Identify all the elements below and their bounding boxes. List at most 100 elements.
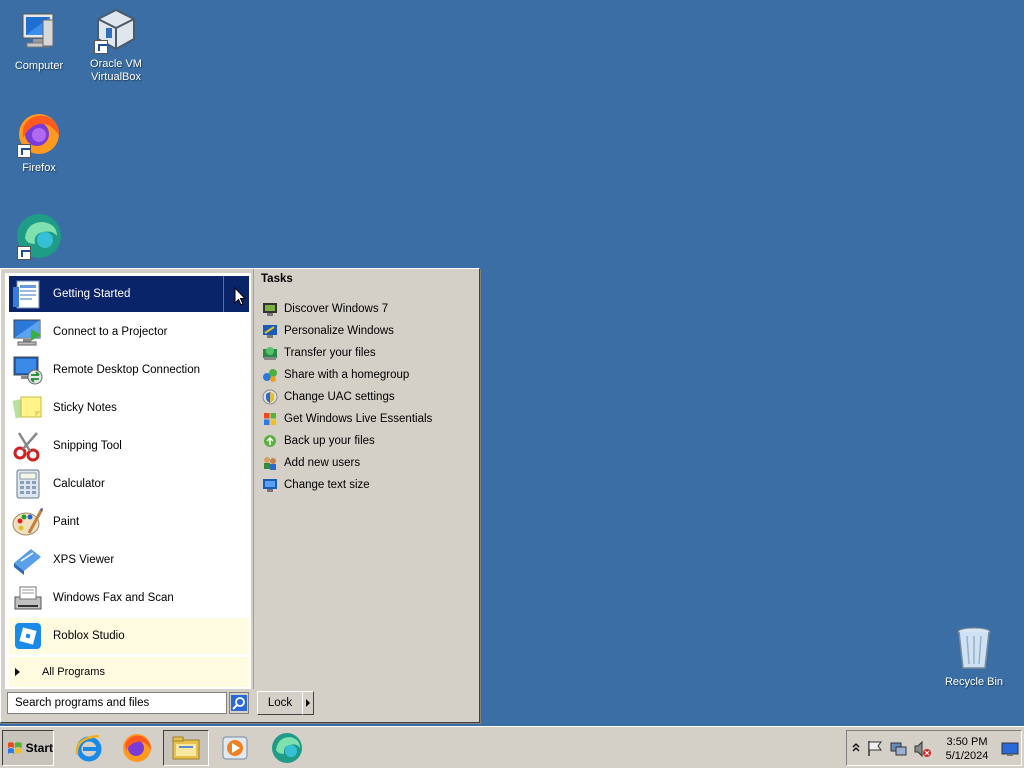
xps-viewer-icon (11, 543, 45, 577)
computer-icon (15, 8, 63, 56)
desktop-icon-recycle-bin[interactable]: Recycle Bin (935, 624, 1013, 689)
edge-icon (15, 212, 63, 260)
task-label: Transfer your files (284, 347, 376, 359)
file-explorer-icon (172, 736, 200, 760)
windows-logo-icon (7, 742, 22, 754)
program-label: XPS Viewer (53, 554, 115, 566)
fax-scan-icon (11, 581, 45, 615)
program-xps-viewer[interactable]: XPS Viewer (9, 542, 249, 578)
transfer-icon (262, 345, 278, 361)
program-getting-started[interactable]: Getting Started (9, 276, 249, 312)
lock-button[interactable]: Lock (257, 691, 303, 715)
start-menu-tasks-pane: Tasks Discover Windows 7 Personalize Win… (253, 269, 479, 689)
program-label: Sticky Notes (53, 402, 117, 414)
task-change-text-size[interactable]: Change text size (262, 475, 370, 495)
program-connect-projector[interactable]: Connect to a Projector (9, 314, 249, 350)
shortcut-arrow-icon (17, 144, 31, 158)
tray-icons (852, 740, 931, 758)
roblox-studio-icon (11, 619, 45, 653)
windows-flag-icon (262, 411, 278, 427)
action-center-flag-icon (868, 741, 882, 756)
program-sticky-notes[interactable]: Sticky Notes (9, 390, 249, 426)
desktop-icon-edge[interactable] (0, 212, 78, 264)
program-label: Calculator (53, 478, 105, 490)
start-button[interactable]: Start (2, 730, 54, 766)
mouse-cursor-icon (234, 286, 247, 306)
all-programs-button[interactable]: All Programs (9, 657, 249, 687)
projector-icon (11, 315, 45, 349)
expand-arrow-icon (15, 668, 20, 676)
task-label: Add new users (284, 457, 361, 469)
clock-date: 5/1/2024 (945, 750, 989, 762)
program-remote-desktop[interactable]: Remote Desktop Connection (9, 352, 249, 388)
program-label: Windows Fax and Scan (53, 592, 174, 604)
task-change-uac[interactable]: Change UAC settings (262, 387, 395, 407)
display-icon (262, 477, 278, 493)
desktop-icon-label: Firefox (22, 162, 56, 174)
task-share-homegroup[interactable]: Share with a homegroup (262, 365, 409, 385)
desktop-icon-label: Oracle VM VirtualBox (90, 58, 142, 83)
shutdown-options-arrow[interactable] (302, 691, 314, 715)
show-hidden-icons-icon (852, 743, 860, 752)
users-icon (262, 455, 278, 471)
taskbar-file-explorer[interactable] (163, 730, 209, 766)
desktop-icon-computer[interactable]: Computer (0, 8, 78, 73)
search-icon (231, 695, 247, 711)
taskbar-firefox[interactable] (114, 730, 160, 766)
backup-icon (262, 433, 278, 449)
recycle-bin-icon (950, 624, 998, 672)
program-calculator[interactable]: Calculator (9, 466, 249, 502)
taskbar: Start 3:50 PM 5/1/2024 (0, 726, 1024, 768)
jump-list-arrow[interactable] (223, 276, 249, 312)
program-fax-scan[interactable]: Windows Fax and Scan (9, 580, 249, 616)
homegroup-icon (262, 367, 278, 383)
task-label: Change UAC settings (284, 391, 395, 403)
task-add-users[interactable]: Add new users (262, 453, 360, 473)
tasks-heading: Tasks (261, 273, 293, 285)
program-label: Roblox Studio (53, 630, 125, 642)
snipping-tool-icon (11, 429, 45, 463)
program-label: Connect to a Projector (53, 326, 168, 338)
search-input[interactable]: Search programs and files (7, 692, 227, 714)
desktop-icon-label: Computer (14, 60, 64, 72)
calculator-icon (11, 467, 45, 501)
task-discover-windows[interactable]: Discover Windows 7 (262, 299, 388, 319)
task-label: Personalize Windows (284, 325, 394, 337)
sticky-notes-icon (11, 391, 45, 425)
program-snipping-tool[interactable]: Snipping Tool (9, 428, 249, 464)
clock-time: 3:50 PM (946, 736, 988, 748)
edge-icon (272, 733, 302, 763)
paint-icon (11, 505, 45, 539)
all-programs-label: All Programs (42, 666, 105, 678)
virtualbox-icon (92, 6, 140, 54)
remote-desktop-icon (11, 353, 45, 387)
show-desktop-icon[interactable] (1001, 741, 1019, 757)
taskbar-edge[interactable] (264, 730, 310, 766)
program-label: Snipping Tool (53, 440, 122, 452)
task-label: Share with a homegroup (284, 369, 410, 381)
program-paint[interactable]: Paint (9, 504, 249, 540)
system-clock[interactable]: 3:50 PM 5/1/2024 (939, 735, 995, 763)
task-personalize-windows[interactable]: Personalize Windows (262, 321, 394, 341)
taskbar-internet-explorer[interactable] (66, 730, 112, 766)
program-label: Remote Desktop Connection (53, 364, 201, 376)
desktop-icon-firefox[interactable]: Firefox (0, 110, 78, 175)
task-backup-files[interactable]: Back up your files (262, 431, 375, 451)
network-icon (890, 742, 907, 756)
search-button[interactable] (229, 692, 249, 714)
taskbar-media-player[interactable] (212, 730, 258, 766)
shortcut-arrow-icon (17, 246, 31, 260)
program-label: Paint (53, 516, 80, 528)
firefox-icon (15, 110, 63, 158)
start-menu: Getting Started Connect to a Projector R… (0, 268, 480, 723)
notification-area: 3:50 PM 5/1/2024 (846, 730, 1022, 766)
task-windows-live[interactable]: Get Windows Live Essentials (262, 409, 432, 429)
program-label: Getting Started (53, 288, 131, 300)
discover-icon (262, 301, 278, 317)
task-label: Discover Windows 7 (284, 303, 389, 315)
program-roblox-studio[interactable]: Roblox Studio (9, 618, 249, 654)
media-player-icon (222, 736, 248, 760)
task-transfer-files[interactable]: Transfer your files (262, 343, 376, 363)
desktop-icon-virtualbox[interactable]: Oracle VM VirtualBox (77, 6, 155, 84)
volume-muted-icon (914, 740, 931, 758)
